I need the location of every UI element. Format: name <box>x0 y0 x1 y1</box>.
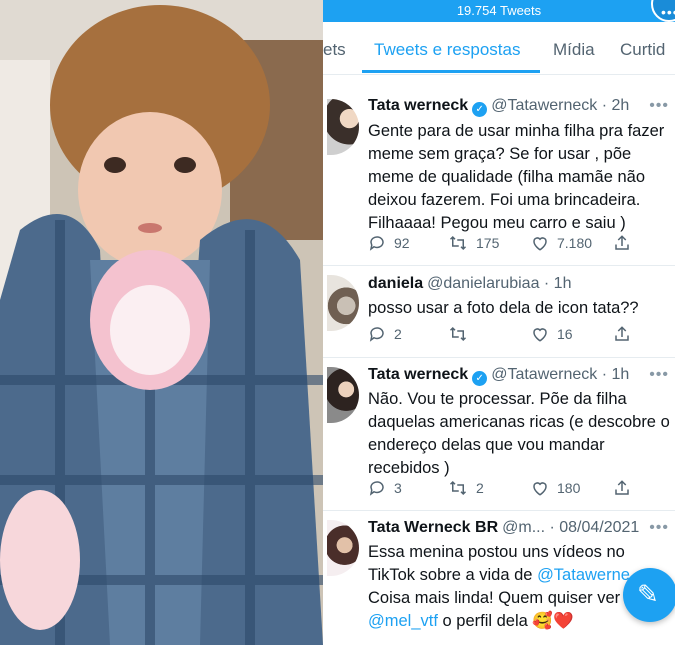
tab-tweets-and-replies[interactable]: Tweets e respostas <box>374 40 520 60</box>
avatar[interactable] <box>327 99 359 155</box>
baby-illustration <box>0 0 323 645</box>
avatar[interactable] <box>327 367 359 423</box>
twitter-panel: 19.754 Tweets ••• ets Tweets e respostas… <box>323 0 675 645</box>
share-icon <box>615 480 629 495</box>
like-icon <box>533 328 547 342</box>
display-name[interactable]: Tata werneck <box>368 97 468 114</box>
like-count: 180 <box>557 480 581 496</box>
more-icon[interactable]: ••• <box>649 519 669 537</box>
handle-time[interactable]: @Tatawerneck · 2h <box>491 97 629 114</box>
more-icon[interactable]: ••• <box>649 97 669 115</box>
active-tab-indicator <box>362 70 540 73</box>
display-name[interactable]: Tata Werneck BR <box>368 519 498 536</box>
more-icon[interactable]: ••• <box>651 0 675 22</box>
profile-tabs: ets Tweets e respostas Mídia Curtid <box>323 22 675 75</box>
reply-button[interactable]: 2 <box>368 325 402 343</box>
handle-time[interactable]: @Tatawerneck · 1h <box>491 366 629 383</box>
retweet-icon <box>449 235 467 251</box>
tweet-header: Tata werneck ✓ @Tatawerneck · 2h <box>368 97 629 117</box>
retweet-button[interactable]: 2 <box>448 479 484 497</box>
tweet-header: Tata Werneck BR @m... · 08/04/2021 <box>368 519 639 537</box>
tweet-actions: 2 16 <box>368 325 668 345</box>
tweet-count: 19.754 Tweets <box>456 3 542 18</box>
profile-header-bar: 19.754 Tweets ••• <box>323 0 675 22</box>
retweet-button[interactable] <box>448 325 476 343</box>
compose-icon: ✎ <box>637 579 659 609</box>
tweet-text: Não. Vou te processar. Põe da filha daqu… <box>368 390 670 477</box>
text-part: Coisa mais linda! Quem quiser ver <box>368 589 621 607</box>
tweet[interactable]: Tata werneck ✓ @Tatawerneck · 1h ••• Não. … <box>323 357 675 511</box>
tab-media[interactable]: Mídia <box>553 40 595 60</box>
share-icon <box>615 326 629 341</box>
like-count: 7.180 <box>557 235 593 251</box>
tweet[interactable]: daniela @danielarubiaa · 1h posso usar a … <box>323 265 675 358</box>
tweet-actions: 3 2 180 <box>368 479 668 499</box>
display-name[interactable]: Tata werneck <box>368 366 468 383</box>
handle-time[interactable]: @danielarubiaa · 1h <box>427 275 571 292</box>
like-button[interactable]: 180 <box>531 479 580 497</box>
like-button[interactable]: 16 <box>531 325 573 343</box>
avatar[interactable] <box>327 520 359 576</box>
like-icon <box>533 482 547 496</box>
tweet-text: posso usar a foto dela de icon tata?? <box>368 299 639 317</box>
tweet-text: Gente para de usar minha filha pra fazer… <box>368 122 665 232</box>
like-count: 16 <box>557 326 573 342</box>
verified-icon: ✓ <box>472 371 488 386</box>
tab-likes[interactable]: Curtid <box>620 40 665 60</box>
retweet-button[interactable]: 175 <box>448 234 499 252</box>
mention-link[interactable]: @Tatawerne <box>537 566 630 584</box>
tweet-header: Tata werneck ✓ @Tatawerneck · 1h <box>368 366 629 386</box>
tweet[interactable]: Tata werneck ✓ @Tatawerneck · 2h ••• Gente… <box>323 87 675 266</box>
compose-tweet-button[interactable]: ✎ <box>623 568 675 622</box>
baby-photo <box>0 0 323 645</box>
more-icon[interactable]: ••• <box>649 366 669 384</box>
tab-tweets[interactable]: ets <box>323 40 346 60</box>
share-button[interactable] <box>613 479 639 497</box>
reply-count: 3 <box>394 480 402 496</box>
retweet-count: 2 <box>476 480 484 496</box>
text-part: o perfil dela 🥰❤️ <box>437 612 574 630</box>
like-icon <box>533 237 547 251</box>
tweet-header: daniela @danielarubiaa · 1h <box>368 275 571 293</box>
tweet-actions: 92 175 7.180 <box>368 234 668 254</box>
share-icon <box>615 235 629 250</box>
retweet-icon <box>449 480 467 496</box>
share-button[interactable] <box>613 325 639 343</box>
like-button[interactable]: 7.180 <box>531 234 592 252</box>
tweet[interactable]: Tata Werneck BR @m... · 08/04/2021 ••• Es… <box>323 510 675 645</box>
handle-time[interactable]: @m... · 08/04/2021 <box>502 519 639 536</box>
reply-count: 92 <box>394 235 410 251</box>
reply-icon <box>369 327 384 342</box>
mention-link[interactable]: @mel_vtf <box>368 612 438 630</box>
reply-icon <box>369 481 384 496</box>
retweet-icon <box>449 326 467 342</box>
reply-count: 2 <box>394 326 402 342</box>
display-name[interactable]: daniela <box>368 275 423 292</box>
reply-icon <box>369 236 384 251</box>
reply-button[interactable]: 92 <box>368 234 410 252</box>
share-button[interactable] <box>613 234 639 252</box>
avatar[interactable] <box>327 275 359 331</box>
verified-icon: ✓ <box>472 102 488 117</box>
reply-button[interactable]: 3 <box>368 479 402 497</box>
retweet-count: 175 <box>476 235 500 251</box>
